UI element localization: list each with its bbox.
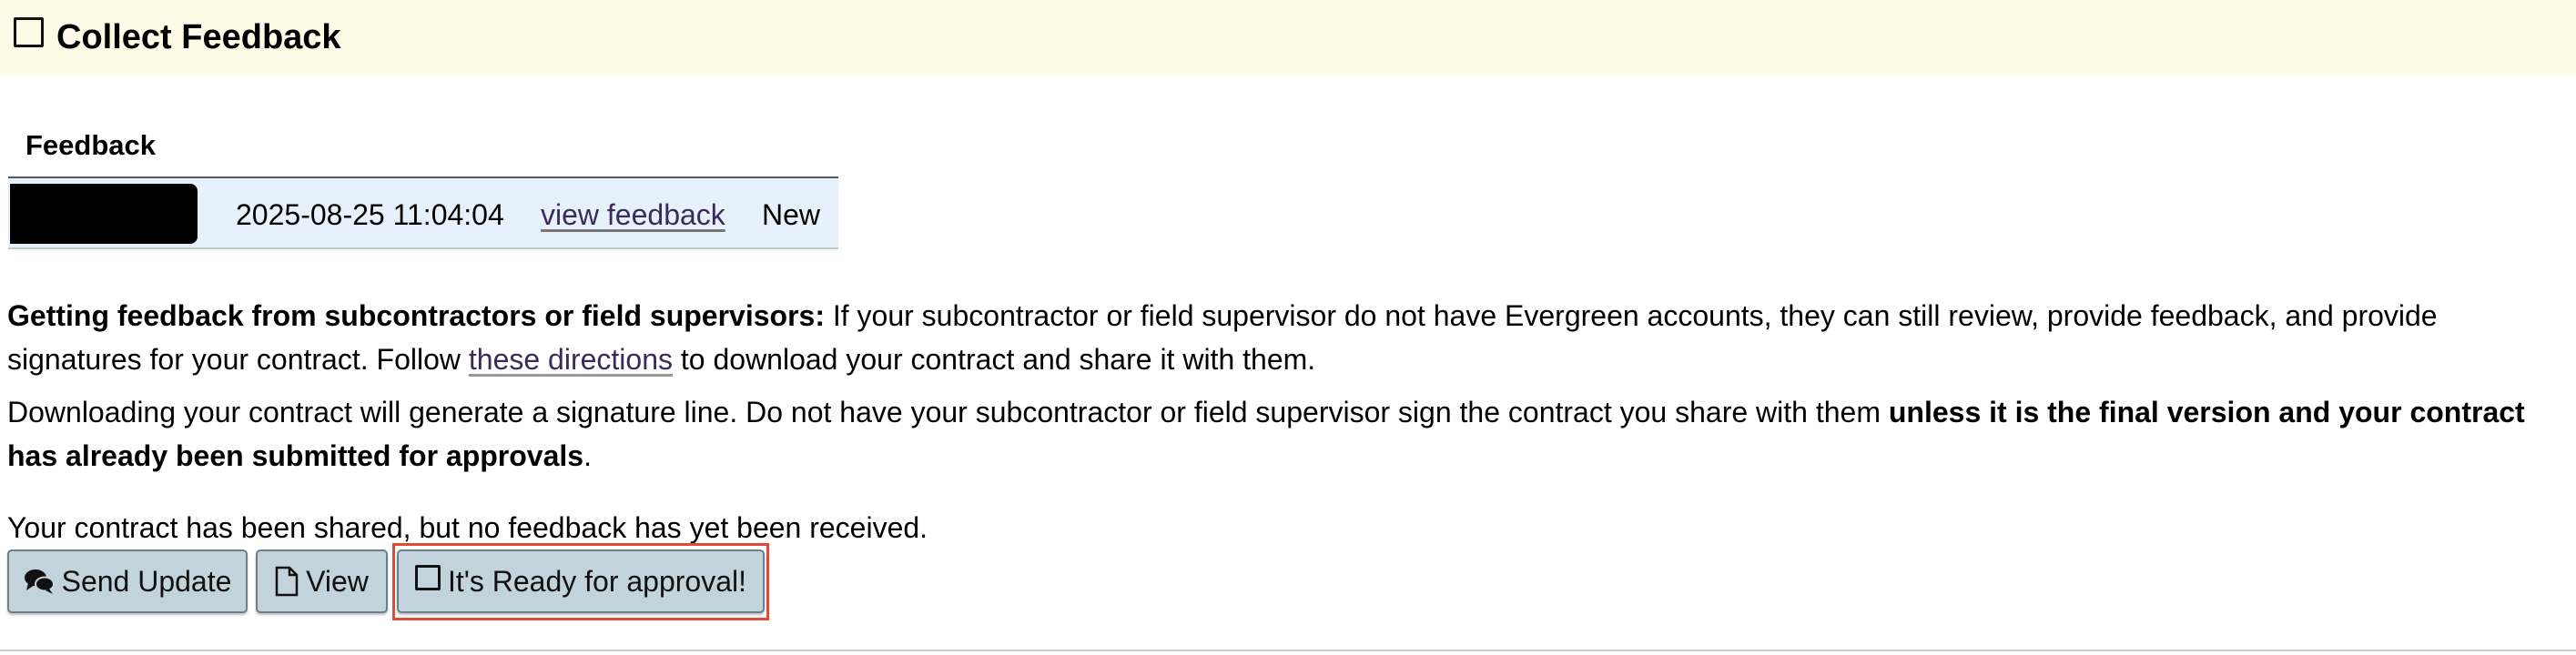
view-button[interactable]: View bbox=[256, 549, 388, 613]
directions-link[interactable]: these directions bbox=[469, 343, 673, 376]
feedback-date: 2025-08-25 11:04:04 bbox=[236, 198, 504, 231]
feedback-column-header: Feedback bbox=[25, 129, 157, 161]
view-label: View bbox=[306, 564, 369, 598]
highlight-box bbox=[392, 543, 769, 620]
instructions-heading: Getting feedback from subcontractors or … bbox=[7, 299, 825, 332]
redacted-name bbox=[10, 184, 198, 244]
chat-bubbles-icon bbox=[24, 568, 55, 595]
feedback-instructions: Getting feedback from subcontractors or … bbox=[7, 294, 2556, 381]
view-feedback-link[interactable]: view feedback bbox=[541, 198, 725, 232]
instructions-end: to download your contract and share it w… bbox=[673, 343, 1316, 376]
feedback-status: New bbox=[762, 198, 821, 231]
warning-text: Downloading your contract will generate … bbox=[7, 396, 1889, 428]
document-icon bbox=[275, 566, 299, 597]
send-update-button[interactable]: Send Update bbox=[7, 549, 248, 613]
warning-end: . bbox=[583, 439, 592, 472]
send-update-label: Send Update bbox=[61, 564, 232, 598]
section-title: Collect Feedback bbox=[56, 17, 341, 56]
signature-warning: Downloading your contract will generate … bbox=[7, 390, 2556, 478]
checkbox-icon[interactable] bbox=[14, 16, 44, 47]
share-status: Your contract has been shared, but no fe… bbox=[7, 511, 928, 544]
section-header: Collect Feedback bbox=[0, 0, 2576, 75]
divider bbox=[0, 650, 2576, 651]
feedback-row: 2025-08-25 11:04:04 view feedback New bbox=[8, 176, 838, 249]
